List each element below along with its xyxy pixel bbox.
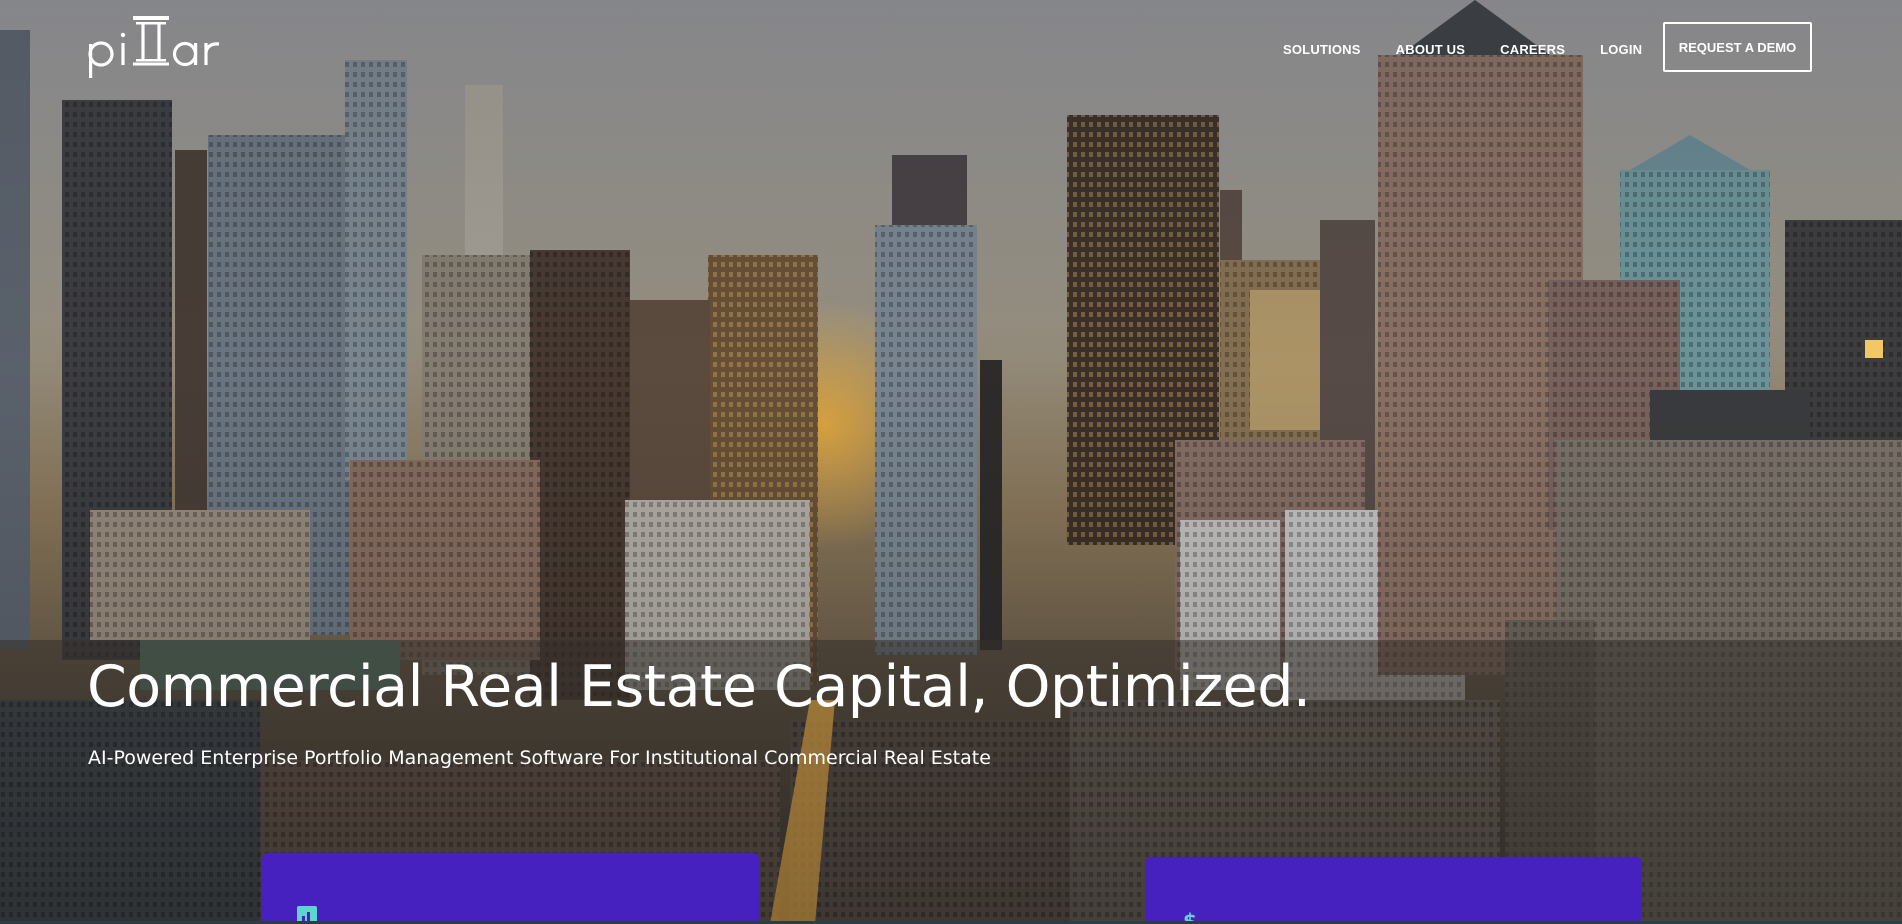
- nav-login[interactable]: LOGIN: [1600, 40, 1642, 60]
- pillar-logo[interactable]: [87, 14, 222, 78]
- nav-about-us[interactable]: ABOUT US: [1396, 40, 1466, 60]
- nav-solutions[interactable]: SOLUTIONS: [1283, 40, 1361, 60]
- hero-section: SOLUTIONS ABOUT US CAREERS LOGIN REQUEST…: [0, 0, 1902, 924]
- request-demo-button[interactable]: REQUEST A DEMO: [1663, 22, 1812, 72]
- main-nav: SOLUTIONS ABOUT US CAREERS LOGIN: [1283, 40, 1677, 60]
- feature-card-left[interactable]: [262, 853, 759, 924]
- hero-subheadline: AI-Powered Enterprise Portfolio Manageme…: [88, 747, 991, 769]
- hero-headline: Commercial Real Estate Capital, Optimize…: [87, 654, 1311, 720]
- feature-card-right[interactable]: $: [1145, 857, 1642, 924]
- nav-careers[interactable]: CAREERS: [1500, 40, 1565, 60]
- hero-overlay: [0, 0, 1902, 924]
